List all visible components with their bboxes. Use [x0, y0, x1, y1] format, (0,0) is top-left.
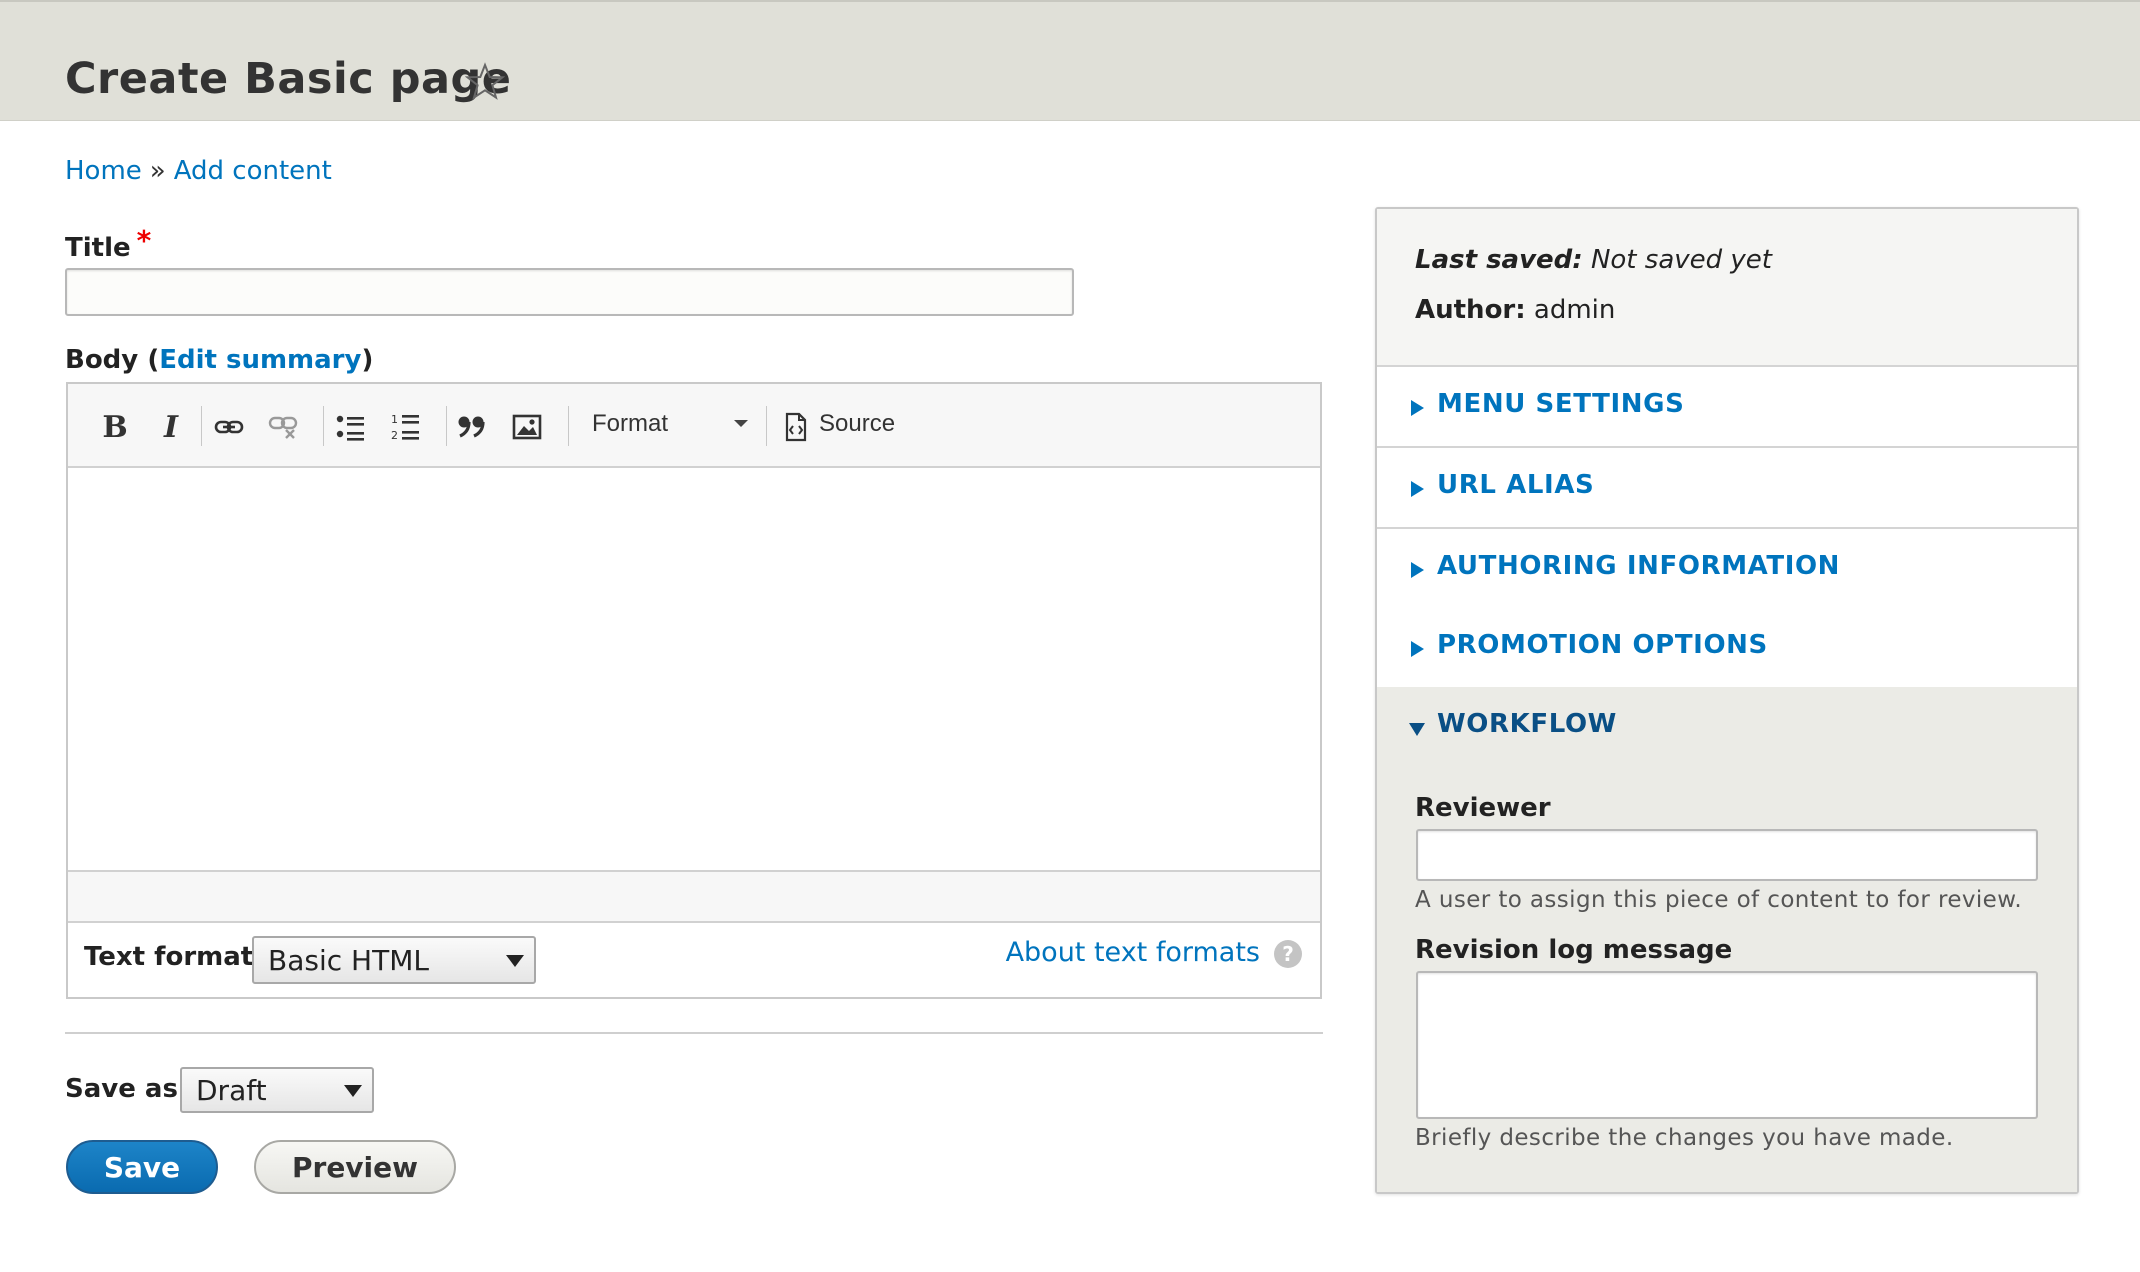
- format-caret-icon: [734, 420, 748, 427]
- title-label-text: Title: [65, 233, 131, 263]
- revision-log-description: Briefly describe the changes you have ma…: [1415, 1125, 1954, 1151]
- chevron-down-icon: [344, 1085, 362, 1097]
- save-as-label: Save as:: [65, 1074, 189, 1104]
- title-input[interactable]: [65, 268, 1074, 316]
- section-workflow: WORKFLOW Reviewer A user to assign this …: [1377, 687, 2077, 1192]
- form-divider: [65, 1032, 1323, 1034]
- page-title: Create Basic page: [65, 54, 512, 104]
- author-line: Author: admin: [1415, 295, 1615, 325]
- page-header: Create Basic page: [0, 0, 2140, 121]
- section-label: PROMOTION OPTIONS: [1437, 630, 1768, 660]
- breadcrumb-separator: »: [149, 156, 166, 186]
- preview-button[interactable]: Preview: [254, 1140, 456, 1194]
- toolbar-separator: [446, 406, 447, 446]
- section-authoring-information[interactable]: AUTHORING INFORMATION: [1377, 529, 2077, 610]
- source-icon[interactable]: [779, 410, 813, 444]
- text-format-select[interactable]: Basic HTML: [252, 936, 536, 984]
- section-label: MENU SETTINGS: [1437, 389, 1685, 419]
- svg-text:2: 2: [391, 429, 398, 442]
- reviewer-description: A user to assign this piece of content t…: [1415, 887, 2023, 913]
- breadcrumb-home-link[interactable]: Home: [65, 156, 142, 186]
- link-icon[interactable]: [212, 410, 246, 444]
- last-saved-line: Last saved: Not saved yet: [1415, 245, 1772, 275]
- star-outline-icon[interactable]: [465, 62, 505, 102]
- author-value: admin: [1533, 295, 1616, 325]
- svg-text:1: 1: [391, 413, 398, 426]
- last-saved-label: Last saved:: [1415, 245, 1583, 275]
- toolbar-separator: [766, 406, 767, 446]
- sidebar: Last saved: Not saved yet Author: admin …: [1375, 207, 2079, 1194]
- section-label: AUTHORING INFORMATION: [1437, 551, 1841, 581]
- section-url-alias[interactable]: URL ALIAS: [1377, 448, 2077, 529]
- italic-icon[interactable]: I: [154, 410, 188, 445]
- bulleted-list-icon[interactable]: [334, 410, 368, 444]
- format-dropdown[interactable]: Format: [592, 410, 668, 438]
- breadcrumb: Home» Add content: [65, 156, 332, 186]
- triangle-right-icon: [1411, 400, 1424, 416]
- section-promotion-options[interactable]: PROMOTION OPTIONS: [1377, 608, 2077, 689]
- about-text-formats-link[interactable]: About text formats: [1006, 937, 1260, 968]
- toolbar-separator: [323, 406, 324, 446]
- unlink-icon[interactable]: [266, 410, 300, 444]
- numbered-list-icon[interactable]: 12: [389, 410, 423, 444]
- body-editor: B I 12 Format Source Text format Basic H…: [66, 382, 1322, 999]
- body-editor-area[interactable]: [68, 468, 1320, 870]
- body-label-text: Body: [65, 345, 139, 375]
- body-close-paren: ): [361, 345, 374, 375]
- triangle-right-icon: [1411, 641, 1424, 657]
- editor-path-bar: [68, 870, 1320, 923]
- sidebar-meta: Last saved: Not saved yet Author: admin: [1377, 209, 2077, 367]
- section-label: URL ALIAS: [1437, 470, 1595, 500]
- editor-toolbar: B I 12 Format Source: [68, 384, 1320, 468]
- save-button[interactable]: Save: [66, 1140, 218, 1194]
- text-format-label: Text format: [84, 942, 254, 972]
- body-label: Body (Edit summary): [65, 345, 373, 375]
- revision-log-textarea[interactable]: [1416, 971, 2038, 1119]
- edit-summary-link[interactable]: Edit summary: [159, 345, 361, 375]
- help-icon[interactable]: ?: [1274, 940, 1302, 968]
- toolbar-separator: [568, 406, 569, 446]
- title-label: Title *: [65, 224, 151, 263]
- image-icon[interactable]: [510, 410, 544, 444]
- source-button[interactable]: Source: [819, 410, 895, 438]
- triangle-right-icon: [1411, 562, 1424, 578]
- chevron-down-icon: [506, 955, 524, 967]
- reviewer-input[interactable]: [1416, 829, 2038, 881]
- author-label: Author:: [1415, 295, 1526, 325]
- last-saved-value: Not saved yet: [1590, 245, 1772, 275]
- body-open-paren: (: [147, 345, 160, 375]
- breadcrumb-add-content-link[interactable]: Add content: [174, 156, 332, 186]
- toolbar-separator: [201, 406, 202, 446]
- revision-log-label: Revision log message: [1415, 935, 1733, 965]
- section-menu-settings[interactable]: MENU SETTINGS: [1377, 367, 2077, 448]
- workflow-title[interactable]: WORKFLOW: [1437, 709, 1617, 739]
- required-marker: *: [136, 224, 152, 257]
- bold-icon[interactable]: B: [98, 410, 132, 445]
- text-format-value: Basic HTML: [268, 943, 429, 977]
- blockquote-icon[interactable]: [455, 410, 489, 444]
- triangle-right-icon: [1411, 481, 1424, 497]
- triangle-down-icon[interactable]: [1409, 723, 1425, 736]
- save-as-select[interactable]: Draft: [180, 1067, 374, 1113]
- save-as-value: Draft: [196, 1073, 267, 1107]
- reviewer-label: Reviewer: [1415, 793, 1551, 823]
